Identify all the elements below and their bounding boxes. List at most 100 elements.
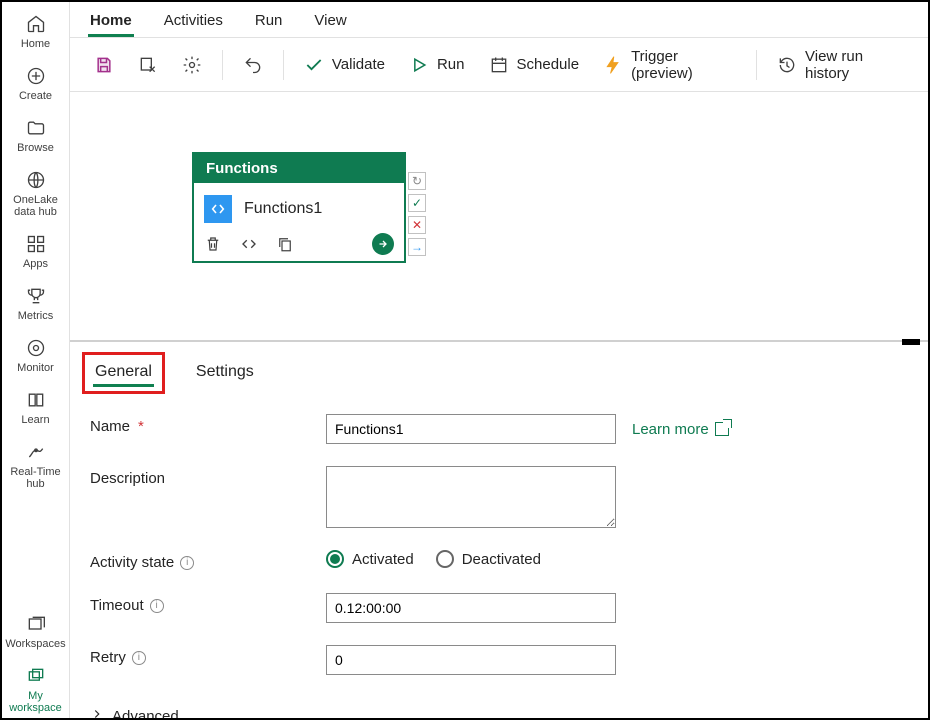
history-icon [777, 55, 797, 75]
book-icon [24, 388, 48, 412]
nav-workspaces[interactable]: Workspaces [4, 608, 68, 654]
nav-apps[interactable]: Apps [4, 228, 68, 274]
save-button[interactable] [84, 49, 124, 81]
my-workspace-icon [24, 664, 48, 688]
delete-icon[interactable] [204, 235, 222, 253]
advanced-label: Advanced [112, 708, 179, 719]
advanced-toggle[interactable]: Advanced [70, 707, 928, 718]
pipeline-canvas[interactable]: Functions Functions1 ↻ ✓ ✕ → [70, 92, 928, 342]
activity-connector-icons: ↻ ✓ ✕ → [408, 172, 426, 256]
activity-name: Functions1 [244, 200, 322, 218]
properties-panel: General Settings Name* Learn more Descri… [70, 342, 928, 718]
settings-button[interactable] [172, 49, 212, 81]
nav-label: Apps [23, 258, 48, 270]
ptab-settings[interactable]: Settings [194, 361, 256, 385]
activity-card-functions[interactable]: Functions Functions1 [192, 152, 406, 263]
schedule-button[interactable]: Schedule [479, 49, 590, 81]
activity-type-label: Functions [194, 154, 404, 183]
timeout-label: Timeouti [90, 593, 326, 614]
info-icon[interactable]: i [132, 651, 146, 665]
connector-fail-icon[interactable]: ✕ [408, 216, 426, 234]
main-area: Home Activities Run View Validate Run Sc… [70, 2, 928, 718]
nav-onelake[interactable]: OneLake data hub [4, 164, 68, 222]
code-icon[interactable] [240, 235, 258, 253]
required-asterisk: * [138, 418, 144, 435]
radio-dot-icon [436, 550, 454, 568]
nav-realtime[interactable]: Real-Time hub [4, 436, 68, 494]
validate-button[interactable]: Validate [294, 49, 395, 81]
info-icon[interactable]: i [150, 599, 164, 613]
undo-button[interactable] [233, 49, 273, 81]
top-tabs: Home Activities Run View [70, 2, 928, 38]
tab-activities[interactable]: Activities [162, 8, 225, 37]
execute-icon[interactable] [372, 233, 394, 255]
validate-label: Validate [332, 56, 385, 73]
nav-my-workspace[interactable]: My workspace [4, 660, 68, 718]
home-icon [24, 12, 48, 36]
nav-label: Browse [17, 142, 54, 154]
view-history-button[interactable]: View run history [767, 42, 914, 88]
apps-icon [24, 232, 48, 256]
nav-label: Home [21, 38, 50, 50]
functions-icon [204, 195, 232, 223]
trophy-icon [24, 284, 48, 308]
nav-label: My workspace [4, 690, 68, 714]
nav-monitor[interactable]: Monitor [4, 332, 68, 378]
nav-learn[interactable]: Learn [4, 384, 68, 430]
row-retry: Retryi [90, 645, 908, 675]
nav-label: Learn [21, 414, 49, 426]
ptab-general[interactable]: General [93, 361, 154, 385]
trigger-button[interactable]: Trigger (preview) [593, 42, 746, 88]
radio-deactivated[interactable]: Deactivated [436, 550, 541, 568]
nav-label: Monitor [17, 362, 54, 374]
tab-run[interactable]: Run [253, 8, 285, 37]
retry-label: Retryi [90, 645, 326, 666]
description-label: Description [90, 466, 326, 487]
name-input[interactable] [326, 414, 616, 444]
calendar-icon [489, 55, 509, 75]
run-button[interactable]: Run [399, 49, 475, 81]
learn-more-link[interactable]: Learn more [632, 421, 729, 438]
timeout-input[interactable] [326, 593, 616, 623]
save-icon [94, 55, 114, 75]
copy-icon[interactable] [276, 235, 294, 253]
row-name: Name* Learn more [90, 414, 908, 444]
history-label: View run history [805, 48, 904, 82]
nav-home[interactable]: Home [4, 8, 68, 54]
chevron-right-icon [90, 707, 104, 718]
edit-script-button[interactable] [128, 49, 168, 81]
retry-input[interactable] [326, 645, 616, 675]
tab-view[interactable]: View [312, 8, 348, 37]
trigger-label: Trigger (preview) [631, 48, 736, 82]
radio-activated[interactable]: Activated [326, 550, 414, 568]
left-nav-rail: Home Create Browse OneLake data hub Apps… [2, 2, 70, 718]
tab-home[interactable]: Home [88, 8, 134, 37]
resize-handle[interactable] [902, 339, 920, 345]
external-link-icon [715, 422, 729, 436]
state-radio-group: Activated Deactivated [326, 550, 541, 568]
run-label: Run [437, 56, 465, 73]
properties-tabs: General Settings [70, 352, 928, 394]
state-label: Activity statei [90, 550, 326, 571]
row-state: Activity statei Activated Deactivated [90, 550, 908, 571]
plus-circle-icon [24, 64, 48, 88]
ptab-general-wrapper: General [82, 352, 165, 394]
connector-success-icon[interactable]: ✓ [408, 194, 426, 212]
script-edit-icon [138, 55, 158, 75]
lightning-icon [603, 55, 623, 75]
description-input[interactable] [326, 466, 616, 528]
gear-icon [182, 55, 202, 75]
nav-label: Metrics [18, 310, 53, 322]
name-label: Name* [90, 414, 326, 435]
nav-metrics[interactable]: Metrics [4, 280, 68, 326]
info-icon[interactable]: i [180, 556, 194, 570]
connector-loop-icon[interactable]: ↻ [408, 172, 426, 190]
nav-browse[interactable]: Browse [4, 112, 68, 158]
nav-create[interactable]: Create [4, 60, 68, 106]
workspaces-icon [24, 612, 48, 636]
play-icon [409, 55, 429, 75]
connector-skip-icon[interactable]: → [408, 238, 426, 256]
ptab-settings-wrapper: Settings [183, 352, 267, 394]
nav-label: Workspaces [5, 638, 65, 650]
check-icon [304, 55, 324, 75]
